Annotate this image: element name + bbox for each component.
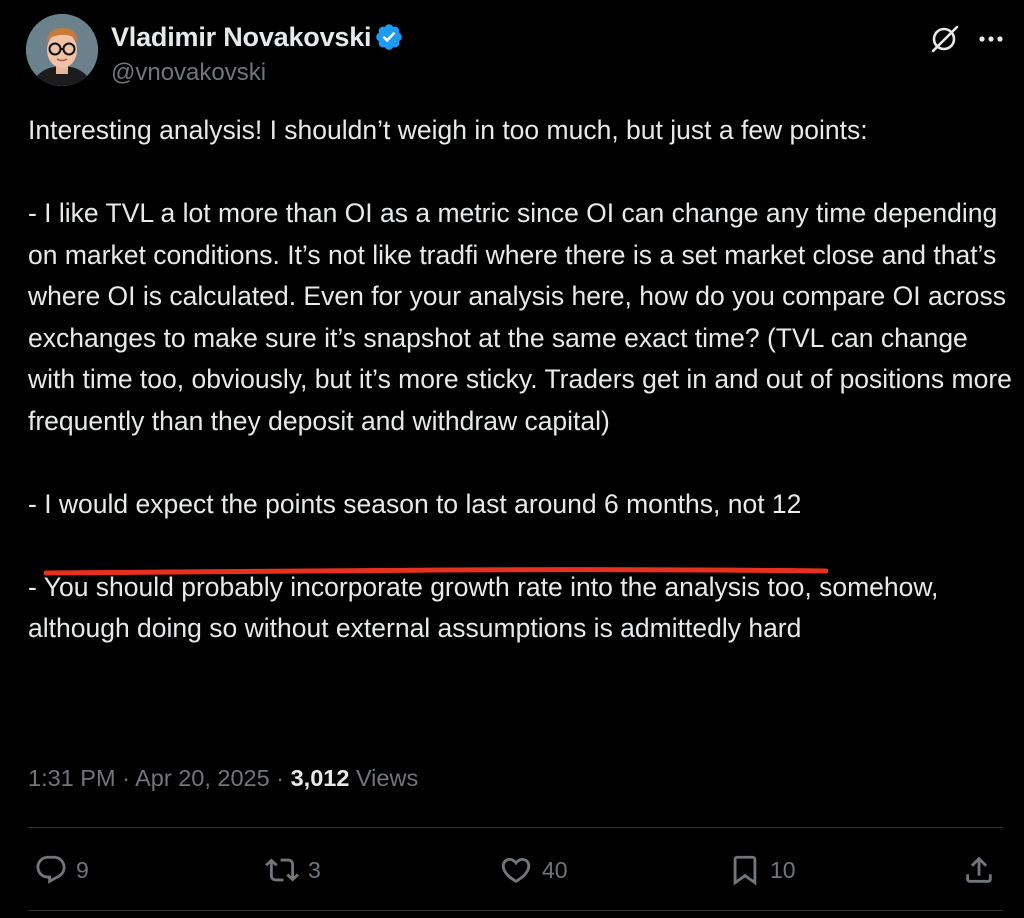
tweet-meta: 1:31 PM · Apr 20, 2025 · 3,012 Views (28, 765, 418, 792)
tweet-paragraph: - I like TVL a lot more than OI as a met… (28, 198, 1012, 436)
views-count[interactable]: 3,012 (291, 765, 350, 791)
heart-icon (498, 853, 534, 887)
retweet-icon (264, 853, 300, 887)
author-name[interactable]: Vladimir Novakovski (111, 22, 372, 53)
reply-icon (34, 853, 68, 887)
divider (28, 910, 1003, 911)
red-underline-annotation (44, 567, 828, 576)
divider (28, 827, 1003, 828)
share-icon (962, 853, 996, 887)
tweet-highlighted-paragraph: - I would expect the points season to la… (28, 484, 1018, 526)
views-label: Views (355, 765, 419, 791)
bookmark-count: 10 (770, 856, 796, 883)
action-bar: 9 3 40 10 (28, 848, 1003, 892)
reply-count: 9 (76, 856, 89, 883)
underlined-claim: I would expect the points season to last… (44, 488, 713, 519)
meta-separator: · (122, 765, 130, 791)
highlight-prefix: - (28, 488, 45, 519)
bookmark-button[interactable]: 10 (728, 848, 796, 892)
bookmark-icon (728, 853, 762, 887)
avatar[interactable] (26, 14, 98, 86)
author-handle[interactable]: @vnovakovski (111, 59, 266, 87)
grok-icon[interactable] (928, 22, 962, 56)
tweet-date[interactable]: Apr 20, 2025 (135, 765, 270, 791)
retweet-button[interactable]: 3 (264, 848, 321, 892)
share-button[interactable] (962, 848, 996, 892)
verified-badge-icon (374, 22, 404, 52)
tweet-time[interactable]: 1:31 PM (28, 765, 116, 791)
more-options-icon[interactable] (974, 24, 1008, 54)
retweet-count: 3 (308, 856, 321, 883)
like-button[interactable]: 40 (498, 848, 568, 892)
highlight-suffix: , not 12 (713, 488, 802, 519)
tweet-header: Vladimir Novakovski @vnovakovski (26, 14, 1006, 90)
tweet-paragraph: Interesting analysis! I shouldn’t weigh … (28, 115, 868, 145)
like-count: 40 (542, 856, 568, 883)
tweet: Vladimir Novakovski @vnovakovski Interes… (0, 0, 1024, 918)
reply-button[interactable]: 9 (34, 848, 89, 892)
meta-separator: · (276, 765, 285, 791)
